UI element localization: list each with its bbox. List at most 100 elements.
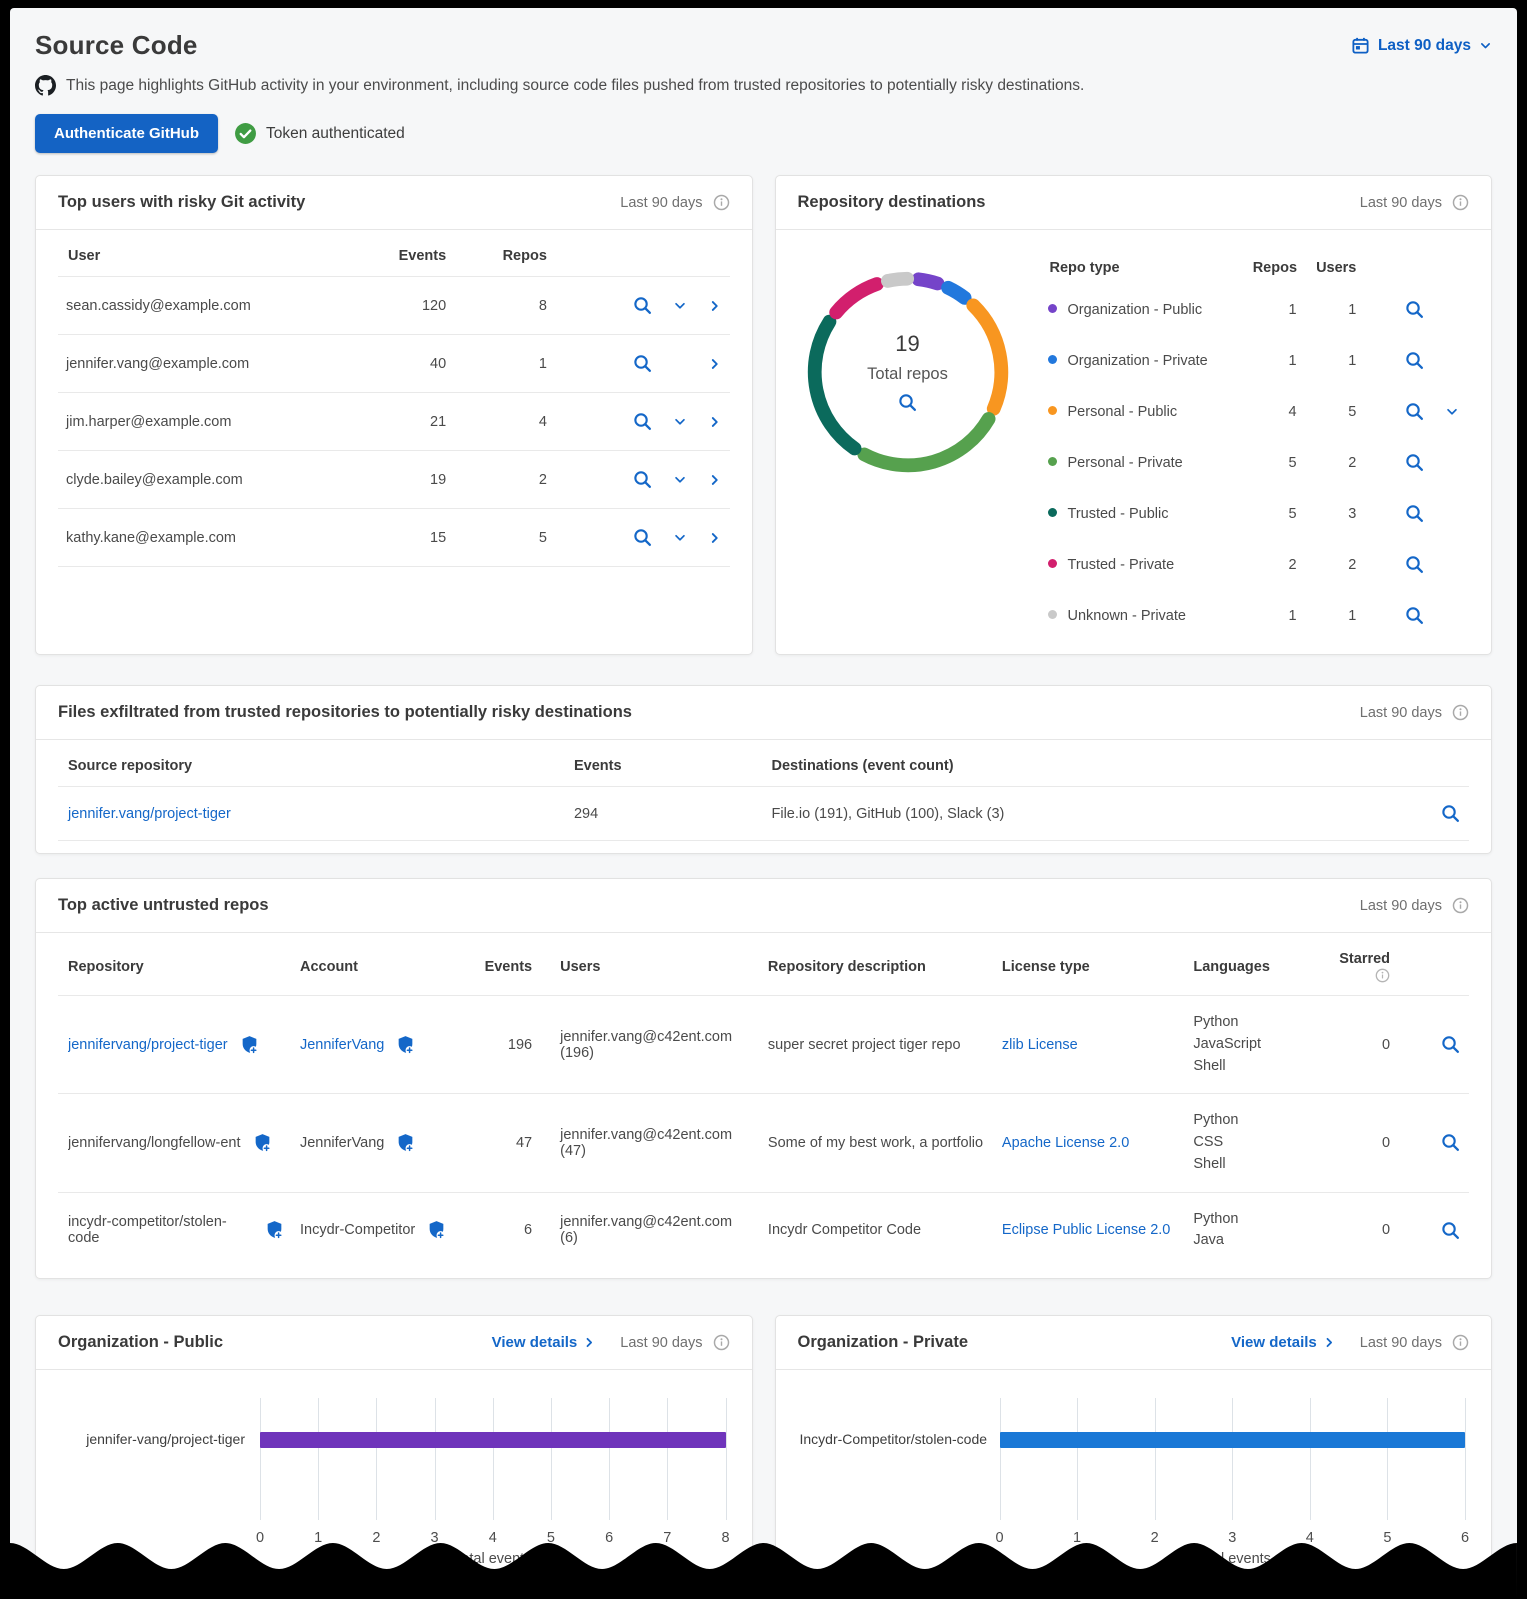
chevron-right-icon[interactable]	[708, 415, 722, 429]
card-date-range: Last 90 days	[1359, 1334, 1442, 1351]
search-icon[interactable]	[1404, 452, 1425, 473]
search-icon[interactable]	[632, 527, 653, 548]
shield-plus-icon[interactable]	[240, 1035, 259, 1055]
legend-row: Trusted - Private 2 2	[1040, 539, 1468, 590]
page-description: This page highlights GitHub activity in …	[66, 76, 1085, 94]
search-icon[interactable]	[1404, 299, 1425, 320]
gridline	[1309, 1398, 1311, 1520]
gridline	[1465, 1398, 1466, 1520]
table-row: kathy.kane@example.com 15 5	[58, 508, 730, 567]
users-count: 3	[1348, 505, 1357, 522]
untrusted-repos-table: Repository Account Events Users Reposito…	[58, 935, 1469, 1268]
search-icon[interactable]	[1404, 554, 1425, 575]
chevron-right-icon[interactable]	[708, 299, 722, 313]
column-header: User	[68, 248, 101, 264]
search-icon[interactable]	[897, 392, 918, 413]
destinations-list: File.io (191), GitHub (100), Slack (3)	[763, 786, 1385, 841]
search-icon[interactable]	[1404, 350, 1425, 371]
card-date-range: Last 90 days	[1359, 194, 1442, 211]
table-row: jennifer.vang/project-tiger 294 File.io …	[58, 786, 1469, 841]
legend-row: Unknown - Private 1 1	[1040, 590, 1468, 641]
shield-plus-icon[interactable]	[396, 1035, 415, 1055]
search-icon[interactable]	[1440, 1034, 1461, 1055]
search-icon[interactable]	[632, 469, 653, 490]
repo-type-label: Organization - Public	[1067, 301, 1203, 318]
license-link[interactable]: Eclipse Public License 2.0	[1002, 1222, 1170, 1238]
chevron-down-icon[interactable]	[673, 473, 687, 487]
repository-description: Incydr Competitor Code	[759, 1191, 994, 1268]
authenticate-github-button[interactable]: Authenticate GitHub	[35, 114, 218, 153]
gridline	[609, 1398, 611, 1520]
donut-legend: Repo type Repos Users Organization - Pub…	[1040, 244, 1468, 641]
chevron-down-icon	[1479, 39, 1492, 52]
date-range-dropdown[interactable]: Last 90 days	[1351, 36, 1492, 55]
account-name[interactable]: JenniferVang	[300, 1037, 384, 1053]
card-title: Organization - Public	[58, 1333, 224, 1351]
search-icon[interactable]	[1404, 401, 1425, 422]
shield-plus-icon[interactable]	[396, 1133, 415, 1153]
chevron-right-icon[interactable]	[708, 357, 722, 371]
repository-description: super secret project tiger repo	[759, 994, 994, 1094]
info-icon[interactable]	[1452, 704, 1469, 721]
info-icon[interactable]	[1452, 897, 1469, 914]
column-header: Repos	[502, 248, 547, 264]
events-count: 47	[469, 1093, 541, 1192]
shield-plus-icon[interactable]	[253, 1133, 272, 1153]
files-exfiltrated-card: Files exfiltrated from trusted repositor…	[35, 685, 1492, 854]
view-details-link[interactable]: View details	[1231, 1334, 1336, 1351]
shield-plus-icon[interactable]	[265, 1220, 284, 1240]
chevron-right-icon[interactable]	[708, 531, 722, 545]
events-count: 196	[469, 994, 541, 1094]
gridline	[492, 1398, 494, 1520]
repo-type-label: Personal - Private	[1067, 454, 1183, 471]
repository-name[interactable]: jennifervang/longfellow-ent	[68, 1135, 241, 1151]
source-repository-link[interactable]: jennifer.vang/project-tiger	[68, 806, 231, 822]
legend-row: Trusted - Public 5 3	[1040, 488, 1468, 539]
repository-name[interactable]: jennifervang/project-tiger	[68, 1037, 228, 1053]
column-header: Events	[573, 758, 622, 774]
search-icon[interactable]	[632, 295, 653, 316]
card-title: Top active untrusted repos	[58, 896, 269, 914]
account-name[interactable]: JenniferVang	[300, 1135, 384, 1151]
view-details-link[interactable]: View details	[492, 1334, 597, 1351]
chevron-down-icon[interactable]	[1445, 405, 1459, 419]
donut-total-label: Total repos	[867, 365, 948, 383]
info-icon[interactable]	[1375, 968, 1390, 983]
license-link[interactable]: zlib License	[1002, 1037, 1078, 1053]
users-count: 2	[1348, 556, 1357, 573]
events-count: 21	[353, 392, 455, 451]
info-icon[interactable]	[1452, 194, 1469, 211]
legend-color-dot	[1047, 354, 1057, 364]
chevron-down-icon[interactable]	[673, 415, 687, 429]
user-email: jennifer.vang@example.com	[58, 334, 354, 393]
search-icon[interactable]	[1440, 1132, 1461, 1153]
account-name[interactable]: Incydr-Competitor	[300, 1222, 415, 1238]
bar[interactable]	[999, 1432, 1465, 1448]
repo-destinations-donut-chart: 19 Total repos	[802, 266, 1014, 478]
search-icon[interactable]	[1440, 1220, 1461, 1241]
search-icon[interactable]	[1404, 605, 1425, 626]
chevron-right-icon[interactable]	[708, 473, 722, 487]
info-icon[interactable]	[713, 1334, 730, 1351]
chevron-down-icon[interactable]	[673, 531, 687, 545]
repository-name[interactable]: incydr-competitor/stolen-code	[68, 1214, 253, 1246]
gridline	[318, 1398, 320, 1520]
license-link[interactable]: Apache License 2.0	[1002, 1135, 1129, 1151]
table-row: clyde.bailey@example.com 19 2	[58, 450, 730, 509]
search-icon[interactable]	[632, 353, 653, 374]
search-icon[interactable]	[1404, 503, 1425, 524]
gridline	[434, 1398, 436, 1520]
info-icon[interactable]	[713, 194, 730, 211]
search-icon[interactable]	[632, 411, 653, 432]
users-count: 2	[1348, 454, 1357, 471]
search-icon[interactable]	[1440, 803, 1461, 824]
card-title: Top users with risky Git activity	[58, 193, 306, 211]
info-icon[interactable]	[1452, 1334, 1469, 1351]
donut-total-value: 19	[895, 331, 920, 356]
column-header: Source repository	[68, 758, 193, 774]
bar[interactable]	[260, 1432, 726, 1448]
shield-plus-icon[interactable]	[427, 1220, 446, 1240]
chevron-down-icon[interactable]	[673, 299, 687, 313]
user-email: kathy.kane@example.com	[58, 508, 354, 567]
user-email: sean.cassidy@example.com	[58, 276, 354, 335]
